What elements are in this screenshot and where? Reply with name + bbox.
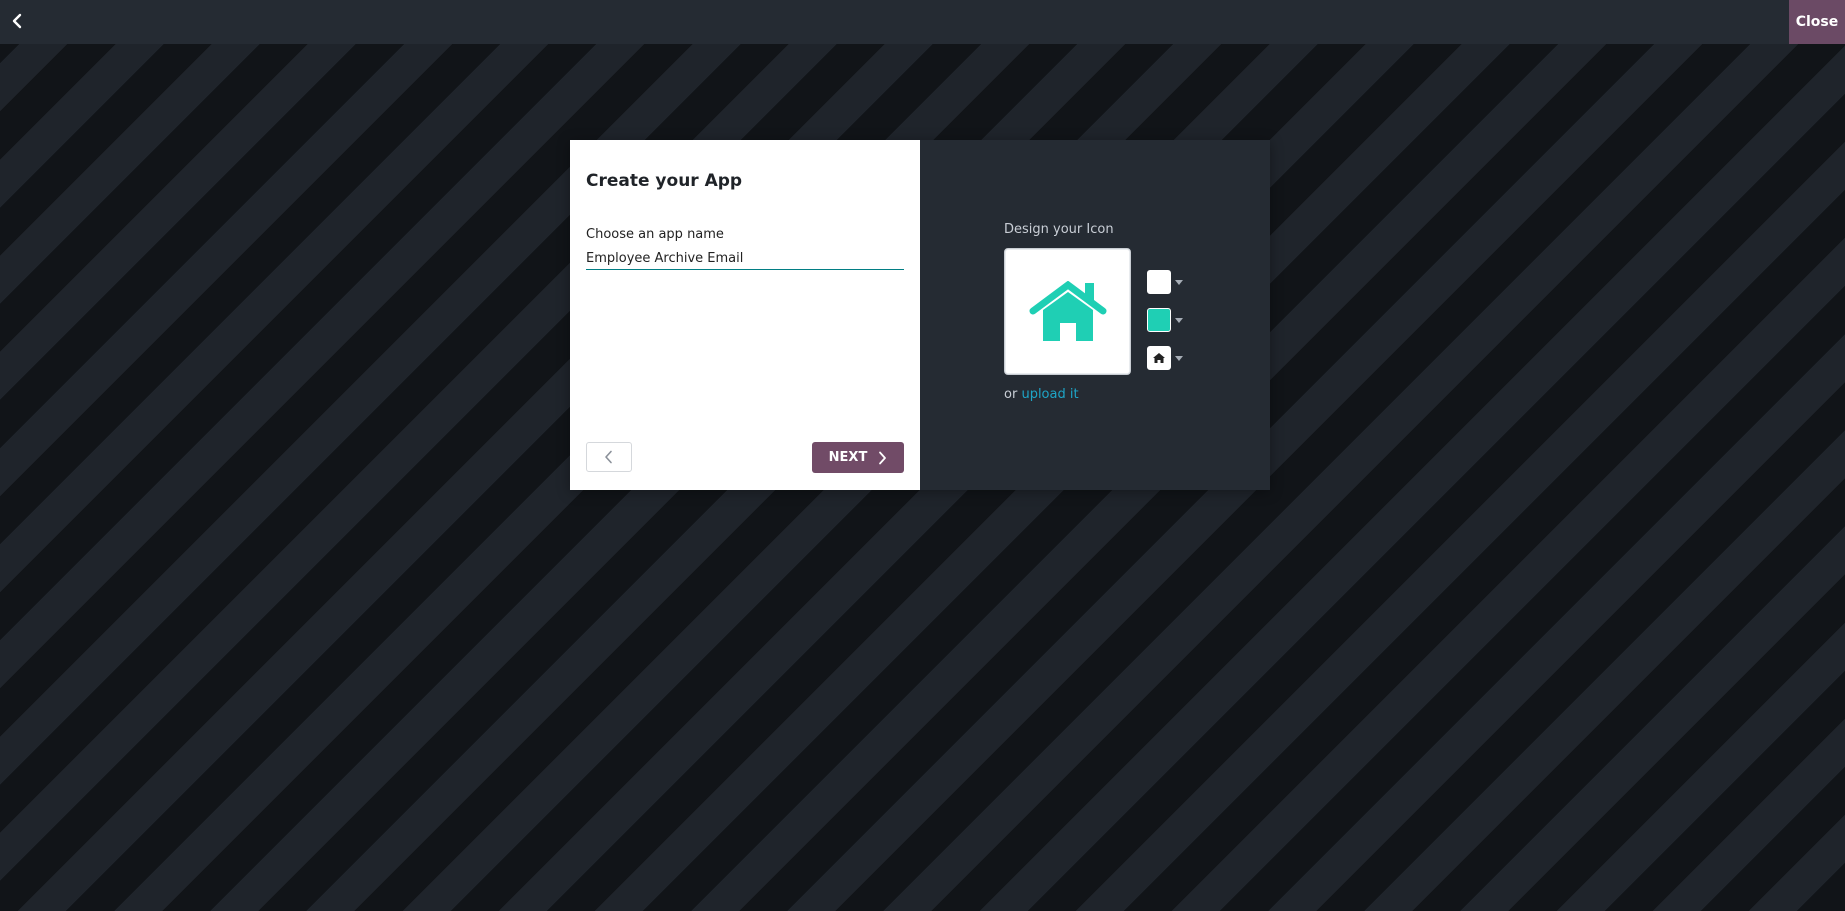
- icon-design-panel: Design your Icon or upload it: [920, 140, 1270, 490]
- icon-preview: [1004, 248, 1131, 375]
- upload-prefix: or: [1004, 387, 1018, 402]
- design-icon-label: Design your Icon: [1004, 222, 1114, 237]
- back-button[interactable]: [6, 8, 28, 34]
- next-button-label: NEXT: [828, 450, 868, 465]
- background-color-picker[interactable]: [1147, 270, 1189, 294]
- upload-icon-link[interactable]: upload it: [1021, 387, 1078, 402]
- top-bar: Close: [0, 0, 1845, 44]
- app-name-input[interactable]: [586, 247, 904, 270]
- home-icon: [1153, 353, 1165, 363]
- chevron-right-icon: [879, 451, 887, 464]
- chevron-down-icon: [1175, 279, 1183, 285]
- chevron-down-icon: [1175, 317, 1183, 323]
- app-name-panel: Create your App Choose an app name NEXT: [570, 140, 920, 490]
- icon-shape-picker[interactable]: [1147, 346, 1189, 370]
- previous-button[interactable]: [586, 442, 632, 472]
- icon-shape-swatch: [1147, 346, 1171, 370]
- upload-line: or upload it: [1004, 387, 1079, 402]
- dialog-title: Create your App: [586, 171, 743, 191]
- chevron-down-icon: [1175, 355, 1183, 361]
- chevron-left-icon: [605, 450, 612, 464]
- icon-color-swatch: [1147, 308, 1171, 332]
- chevron-left-icon: [12, 13, 22, 29]
- create-app-dialog: Create your App Choose an app name NEXT …: [570, 140, 1270, 490]
- close-button[interactable]: Close: [1789, 0, 1845, 44]
- home-icon: [1029, 280, 1106, 341]
- next-button[interactable]: NEXT: [812, 442, 904, 473]
- icon-color-picker[interactable]: [1147, 308, 1189, 332]
- background-color-swatch: [1147, 270, 1171, 294]
- app-name-label: Choose an app name: [586, 227, 724, 242]
